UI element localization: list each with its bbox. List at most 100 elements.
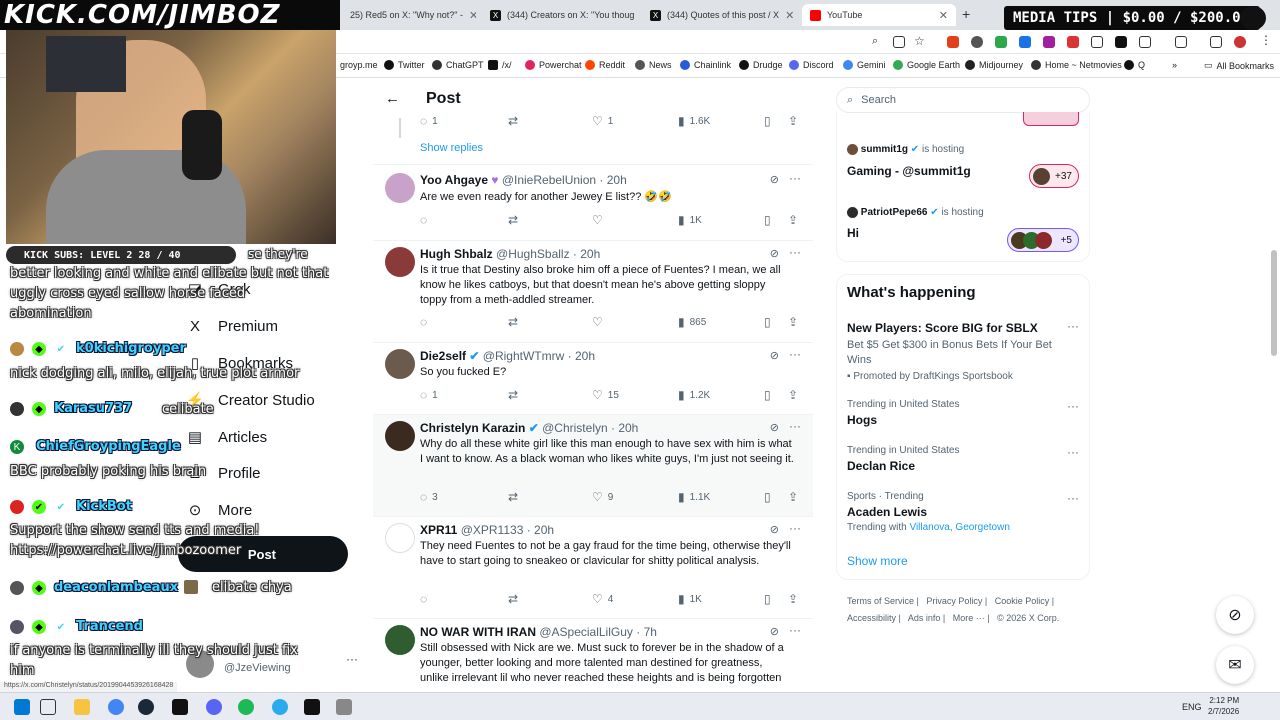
space-title[interactable]: Hi (847, 226, 859, 240)
repost-button[interactable]: ⇄ (508, 388, 518, 402)
tweet[interactable]: Christelyn Karazin ✔ @Christelyn · 20h ⊘… (373, 414, 813, 516)
like-button[interactable]: ♡ 4 (592, 592, 613, 606)
trend-links[interactable]: Villanova, Georgetown (909, 522, 1009, 533)
avatar[interactable] (385, 173, 415, 203)
avatar[interactable] (385, 421, 415, 451)
extension-red-icon[interactable] (1067, 36, 1079, 48)
bookmark-powerchat[interactable]: Powerchat (525, 60, 582, 70)
more-icon[interactable]: ··· (1067, 399, 1079, 413)
more-icon[interactable]: ··· (1067, 491, 1079, 505)
messages-float-button[interactable]: ✉ (1216, 646, 1254, 684)
bookmark-groyp[interactable]: groyp.me (340, 60, 378, 70)
space-listeners[interactable]: +5 (1007, 228, 1079, 252)
bookmark-google-earth[interactable]: Google Earth (893, 60, 960, 70)
more-icon[interactable]: ··· (789, 347, 801, 361)
bookmark-chainlink[interactable]: Chainlink (680, 60, 731, 70)
tweet-author[interactable]: Hugh Shbalz @HughSballz · 20h (420, 247, 600, 261)
more-icon[interactable]: ··· (789, 521, 801, 535)
bookmark-discord[interactable]: Discord (789, 60, 834, 70)
bookmark-button[interactable]: ▯ (764, 315, 771, 329)
bookmark-x[interactable]: /x/ (488, 60, 512, 70)
avatar[interactable] (385, 625, 415, 655)
star-icon[interactable]: ☆ (914, 34, 925, 48)
bookmarks-overflow-button[interactable]: » (1172, 60, 1177, 70)
repost-button[interactable]: ⇄ (508, 592, 518, 606)
footer-link[interactable]: Accessibility (847, 613, 896, 623)
grok-icon[interactable]: ⊘ (770, 173, 779, 186)
tweet-author[interactable]: Yoo Ahgaye ♥ @InieRebelUnion · 20h (420, 173, 627, 187)
obs-icon[interactable] (304, 699, 320, 715)
views-button[interactable]: ▮ 1.6K (678, 114, 710, 128)
kebab-menu-icon[interactable]: ⋮ (1260, 33, 1272, 47)
extension-green-icon[interactable] (995, 36, 1007, 48)
extension-purple-icon[interactable] (1043, 36, 1055, 48)
scrollbar-thumb[interactable] (1271, 250, 1277, 356)
discord-icon[interactable] (206, 699, 222, 715)
tweet-author[interactable]: Die2self ✔ @RightWTmrw · 20h (420, 349, 595, 363)
avatar[interactable] (385, 349, 415, 379)
share-button[interactable]: ⇪ (788, 592, 798, 606)
footer-link[interactable]: Terms of Service (847, 596, 914, 606)
scrollbar[interactable] (1270, 80, 1278, 690)
bookmark-netmovies[interactable]: Home ~ Netmovies (1031, 60, 1122, 70)
file-explorer-icon[interactable] (74, 699, 90, 715)
reply-button[interactable]: ◌ 1 (420, 388, 438, 402)
nav-item-more[interactable]: ⊙ More (186, 501, 252, 520)
clock[interactable]: 2:12 PM 2/7/2026 (1208, 695, 1239, 717)
footer-link[interactable]: More ··· (953, 613, 985, 623)
close-icon[interactable]: ✕ (939, 9, 948, 22)
chat-username[interactable]: k0kichigroyper (76, 341, 186, 356)
views-button[interactable]: ▮ 1K (678, 592, 702, 606)
share-button[interactable]: ⇪ (788, 213, 798, 227)
tweet[interactable]: Die2self ✔ @RightWTmrw · 20h ⊘ ··· So you… (373, 342, 813, 414)
reply-button[interactable]: ◌ (420, 213, 427, 227)
search-input[interactable]: ⌕ Search (836, 87, 1090, 113)
grok-icon[interactable]: ⊘ (770, 421, 779, 434)
chat-username[interactable]: Trancend (76, 619, 143, 634)
repost-button[interactable]: ⇄ (508, 114, 518, 128)
install-icon[interactable] (893, 36, 905, 48)
views-button[interactable]: ▮ 1.2K (678, 388, 710, 402)
tweet[interactable]: XPR11 @XPR1133 · 20h ⊘ ··· They need Fuen… (373, 516, 813, 618)
telegram-icon[interactable] (272, 699, 288, 715)
grok-float-button[interactable]: ⊘ (1216, 596, 1254, 634)
bookmark-twitter[interactable]: Twitter (384, 60, 425, 70)
space-host[interactable]: PatriotPepe66 ✔ is hosting (847, 207, 984, 218)
bookmark-button[interactable]: ▯ (764, 592, 771, 606)
repost-button[interactable]: ⇄ (508, 315, 518, 329)
chat-username[interactable]: ChiefGroypingEagle (36, 439, 181, 454)
downloads-icon[interactable] (1210, 36, 1222, 48)
views-button[interactable]: ▮ 865 (678, 315, 706, 329)
footer-link[interactable]: Cookie Policy (995, 596, 1050, 606)
share-button[interactable]: ⇪ (788, 388, 798, 402)
bookmark-q[interactable]: Q (1124, 60, 1145, 70)
bookmark-button[interactable]: ▯ (764, 490, 771, 504)
like-button[interactable]: ♡ 15 (592, 388, 619, 402)
bookmark-button[interactable]: ▯ (764, 213, 771, 227)
repost-button[interactable]: ⇄ (508, 490, 518, 504)
space-card-partial[interactable] (1023, 112, 1079, 126)
avatar[interactable] (385, 247, 415, 277)
avatar[interactable] (385, 523, 415, 553)
tweet-author[interactable]: Christelyn Karazin ✔ @Christelyn · 20h (420, 421, 638, 435)
terminal-icon[interactable] (172, 699, 188, 715)
footer-link[interactable]: Privacy Policy (926, 596, 982, 606)
like-button[interactable]: ♡ (592, 315, 603, 329)
show-more-link[interactable]: Show more (847, 554, 908, 568)
extension-s-icon[interactable] (1091, 36, 1103, 48)
trend-item[interactable]: Sports · Trending Acaden Lewis Trending … (847, 491, 1010, 533)
grok-icon[interactable]: ⊘ (770, 523, 779, 536)
nav-item-articles[interactable]: ▤ Articles (186, 428, 267, 447)
footer-link[interactable]: Ads info (908, 613, 941, 623)
views-button[interactable]: ▮ 1K (678, 213, 702, 227)
reply-button[interactable]: ◌ (420, 315, 427, 329)
all-bookmarks-button[interactable]: ▭ All Bookmarks (1204, 60, 1274, 71)
chat-username[interactable]: KickBot (76, 499, 132, 514)
extension-x-icon[interactable] (1115, 36, 1127, 48)
tab-quotes[interactable]: X (344) Quotes of this post / X ✕ (642, 4, 798, 26)
more-icon[interactable]: ··· (1067, 319, 1079, 333)
bookmark-drudge[interactable]: Drudge (739, 60, 783, 70)
chat-username[interactable]: Karasu737 (54, 401, 132, 416)
bookmark-midjourney[interactable]: Midjourney (965, 60, 1023, 70)
account-menu-icon[interactable]: ··· (346, 652, 358, 666)
